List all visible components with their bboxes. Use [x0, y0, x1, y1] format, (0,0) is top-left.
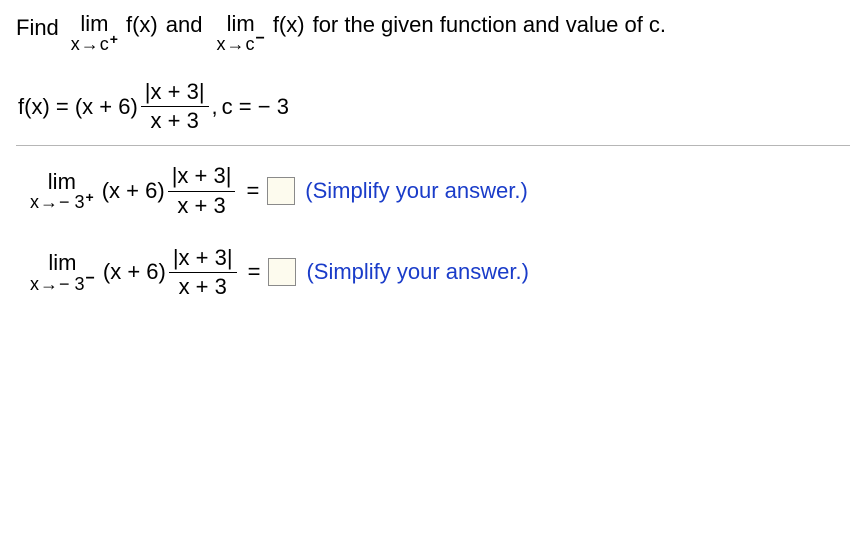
answer-input-left[interactable] — [268, 258, 296, 286]
defn-c: c = − 3 — [222, 94, 289, 120]
defn-comma: , — [212, 94, 218, 120]
limit-left-row: lim x → − 3 − (x + 6) |x + 3| x + 3 = (S… — [30, 246, 850, 299]
lim-right: lim x → − 3 + — [30, 170, 94, 212]
lim-c-plus: lim x → c + — [71, 12, 118, 54]
limit-right-row: lim x → − 3 + (x + 6) |x + 3| x + 3 = (S… — [30, 164, 850, 217]
prompt-lead: Find — [16, 12, 59, 43]
fx-1: f(x) — [126, 12, 158, 38]
defn-lhs: f(x) = (x + 6) — [18, 94, 138, 120]
frac-left: |x + 3| x + 3 — [169, 246, 237, 299]
fx-2: f(x) — [273, 12, 305, 38]
lim-c-minus: lim x → c − — [216, 12, 264, 54]
defn-fraction: |x + 3| x + 3 — [141, 80, 209, 133]
separator — [16, 145, 850, 146]
body-pre-right: (x + 6) — [102, 178, 165, 204]
answer-input-right[interactable] — [267, 177, 295, 205]
lim-left: lim x → − 3 − — [30, 251, 95, 293]
hint-left: (Simplify your answer.) — [306, 259, 529, 285]
prompt-line: Find lim x → c + f(x) and lim x → c − f(… — [16, 12, 850, 54]
function-definition: f(x) = (x + 6) |x + 3| x + 3 , c = − 3 — [18, 80, 850, 133]
eq-left: = — [248, 259, 261, 285]
prompt-tail: for the given function and value of c. — [313, 12, 666, 38]
body-pre-left: (x + 6) — [103, 259, 166, 285]
and-word: and — [166, 12, 203, 38]
hint-right: (Simplify your answer.) — [305, 178, 528, 204]
frac-right: |x + 3| x + 3 — [168, 164, 236, 217]
eq-right: = — [246, 178, 259, 204]
